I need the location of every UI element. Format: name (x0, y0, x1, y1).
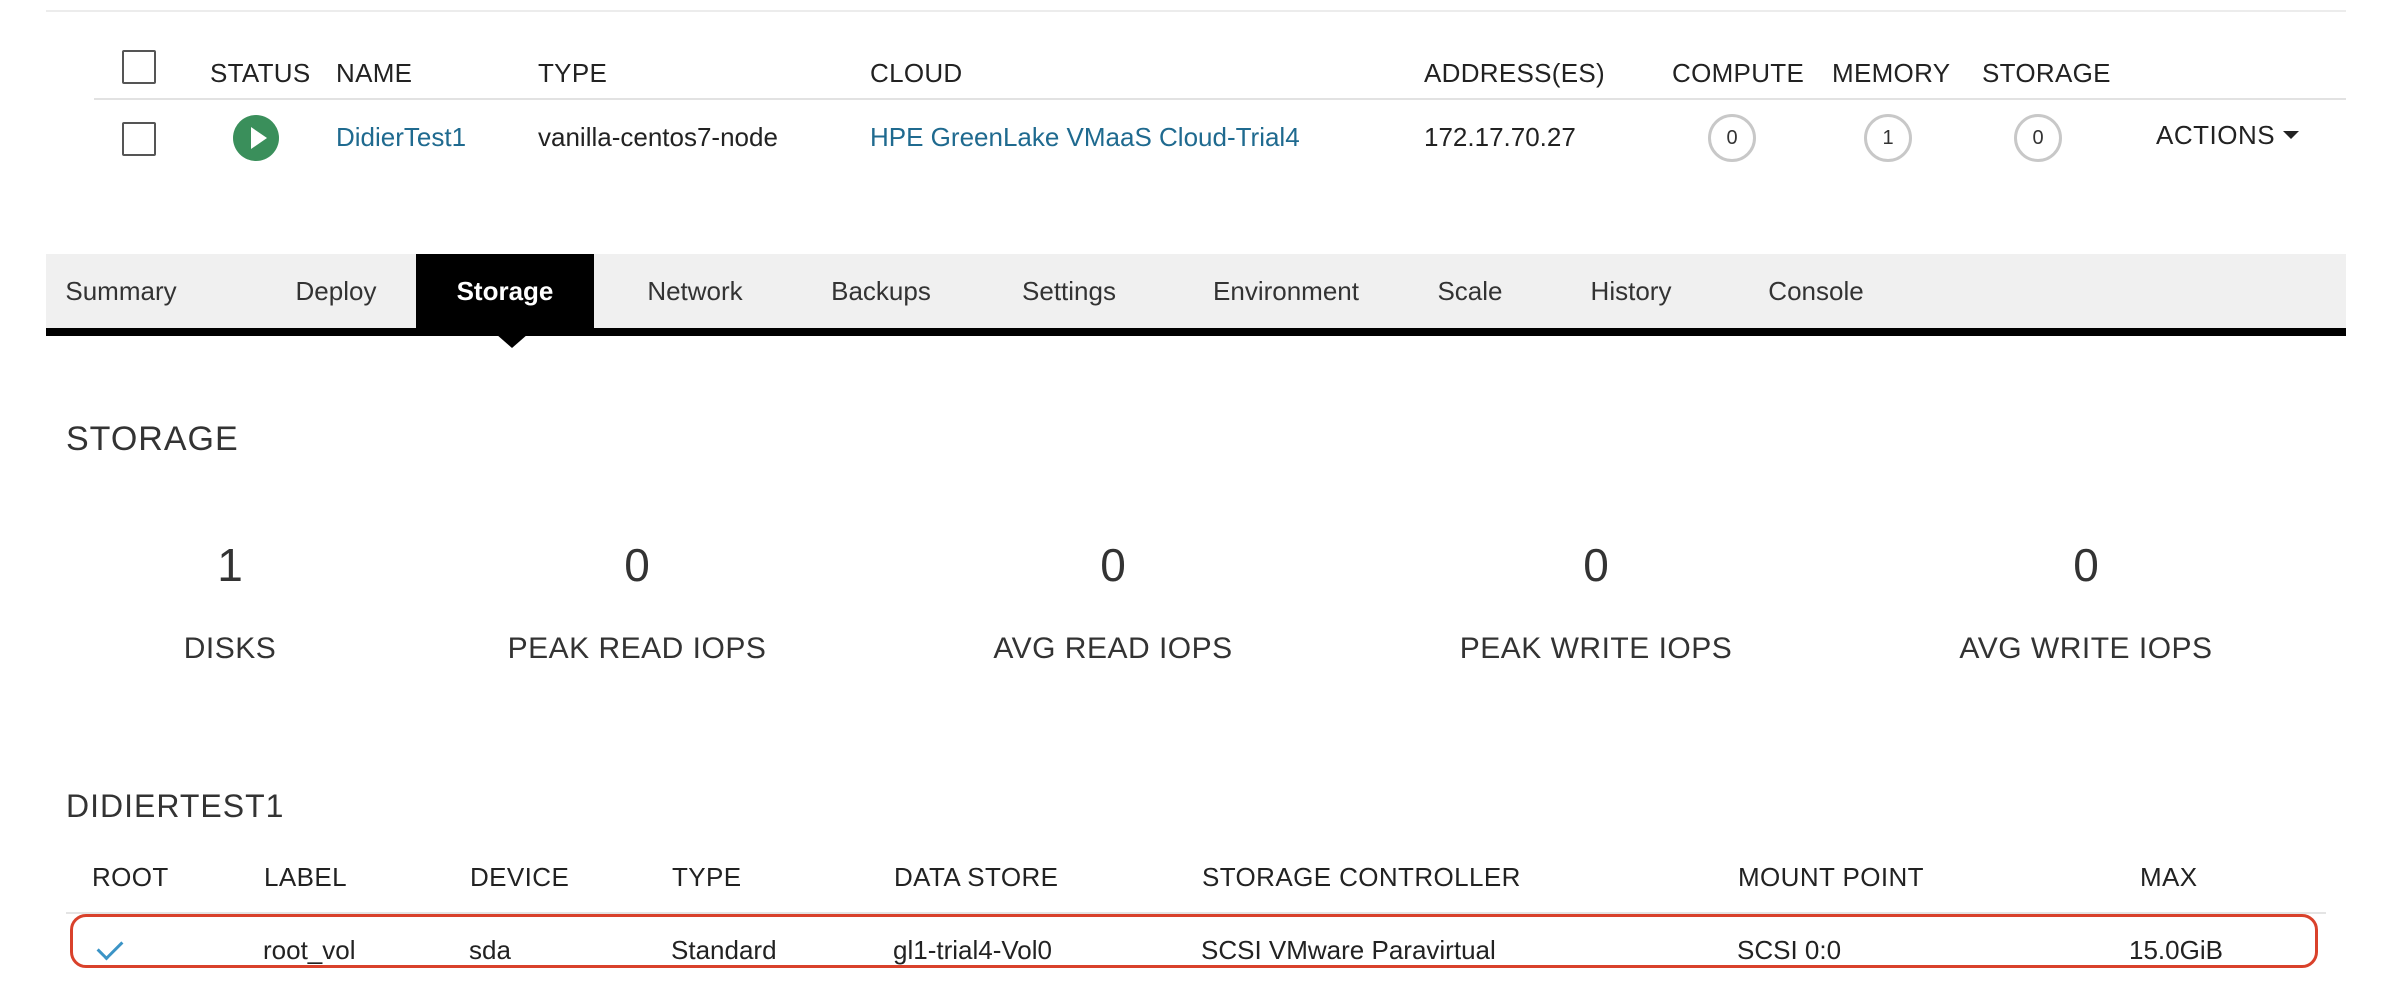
disk-section-title: DIDIERTEST1 (66, 788, 285, 824)
instance-type: vanilla-centos7-node (538, 122, 778, 152)
header-label: LABEL (264, 862, 347, 892)
stat-peak-write-label: PEAK WRITE IOPS (1459, 632, 1733, 665)
header-storage: STORAGE (1982, 58, 2111, 88)
stat-disks: 1 DISKS (20, 538, 440, 666)
row-select-checkbox[interactable] (122, 122, 156, 156)
disk-type: Standard (671, 935, 777, 965)
disk-row-highlighted[interactable]: root_vol sda Standard gl1-trial4-Vol0 SC… (70, 914, 2318, 968)
header-status: STATUS (210, 58, 311, 88)
stat-avg-read-iops: 0 AVG READ IOPS (903, 538, 1323, 666)
stat-disks-value: 1 (217, 539, 243, 591)
disk-label: root_vol (263, 935, 356, 965)
header-name: NAME (336, 58, 413, 88)
tab-deploy[interactable]: Deploy (276, 254, 396, 328)
tab-bar: Summary Deploy Storage Network Backups S… (46, 254, 2346, 328)
tab-scale[interactable]: Scale (1410, 254, 1530, 328)
header-root: ROOT (92, 862, 169, 892)
active-tab-pointer (496, 334, 528, 348)
disk-data-store: gl1-trial4-Vol0 (893, 935, 1052, 965)
disk-device: sda (469, 935, 511, 965)
instance-address: 172.17.70.27 (1424, 122, 1576, 152)
storage-section-title: STORAGE (66, 420, 239, 458)
stat-avg-read-value: 0 (1100, 539, 1126, 591)
root-check-icon (96, 933, 124, 961)
storage-usage-gauge: 0 (2014, 114, 2062, 162)
instance-name-link[interactable]: DidierTest1 (336, 122, 466, 153)
header-addresses: ADDRESS(ES) (1424, 58, 1605, 88)
header-data-store: DATA STORE (894, 862, 1059, 892)
tab-summary[interactable]: Summary (46, 254, 196, 328)
disk-mount-point: SCSI 0:0 (1737, 935, 1842, 965)
caret-down-icon (2283, 131, 2300, 140)
tab-backups[interactable]: Backups (806, 254, 956, 328)
tab-storage[interactable]: Storage (416, 254, 594, 328)
instance-row[interactable]: DidierTest1 vanilla-centos7-node HPE Gre… (94, 100, 2346, 176)
actions-dropdown[interactable]: ACTIONS (2156, 120, 2300, 151)
header-max: MAX (2140, 862, 2198, 892)
tab-environment[interactable]: Environment (1176, 254, 1396, 328)
instance-cloud-link[interactable]: HPE GreenLake VMaaS Cloud-Trial4 (870, 122, 1300, 153)
select-all-checkbox[interactable] (122, 50, 156, 84)
compute-usage-gauge: 0 (1708, 114, 1756, 162)
header-type: TYPE (538, 58, 608, 88)
top-divider (46, 10, 2346, 12)
tab-network[interactable]: Network (620, 254, 770, 328)
stat-disks-label: DISKS (183, 632, 277, 665)
header-cloud: CLOUD (870, 58, 963, 88)
header-storage-controller: STORAGE CONTROLLER (1202, 862, 1521, 892)
stat-peak-write-iops: 0 PEAK WRITE IOPS (1386, 538, 1806, 666)
actions-label: ACTIONS (2156, 120, 2276, 150)
tab-settings[interactable]: Settings (994, 254, 1144, 328)
stat-avg-write-value: 0 (2073, 539, 2099, 591)
instance-table: STATUS NAME TYPE CLOUD ADDRESS(ES) COMPU… (94, 40, 2346, 176)
stat-avg-write-iops: 0 AVG WRITE IOPS (1876, 538, 2296, 666)
status-running-icon (233, 115, 279, 161)
tab-console[interactable]: Console (1736, 254, 1896, 328)
header-disk-type: TYPE (672, 862, 742, 892)
header-mount-point: MOUNT POINT (1738, 862, 1924, 892)
disk-max-size: 15.0GiB (2129, 935, 2223, 965)
instance-table-header: STATUS NAME TYPE CLOUD ADDRESS(ES) COMPU… (94, 40, 2346, 100)
memory-usage-gauge: 1 (1864, 114, 1912, 162)
disk-table-header: ROOT LABEL DEVICE TYPE DATA STORE STORAG… (66, 858, 2326, 914)
stat-avg-read-label: AVG READ IOPS (993, 632, 1233, 665)
stat-peak-read-iops: 0 PEAK READ IOPS (427, 538, 847, 666)
header-device: DEVICE (470, 862, 570, 892)
stat-peak-read-value: 0 (624, 539, 650, 591)
header-memory: MEMORY (1832, 58, 1951, 88)
stat-peak-read-label: PEAK READ IOPS (507, 632, 767, 665)
disk-storage-controller: SCSI VMware Paravirtual (1201, 935, 1496, 965)
header-compute: COMPUTE (1672, 58, 1805, 88)
tab-history[interactable]: History (1556, 254, 1706, 328)
stat-peak-write-value: 0 (1583, 539, 1609, 591)
tab-underline (46, 328, 2346, 336)
stat-avg-write-label: AVG WRITE IOPS (1959, 632, 2213, 665)
